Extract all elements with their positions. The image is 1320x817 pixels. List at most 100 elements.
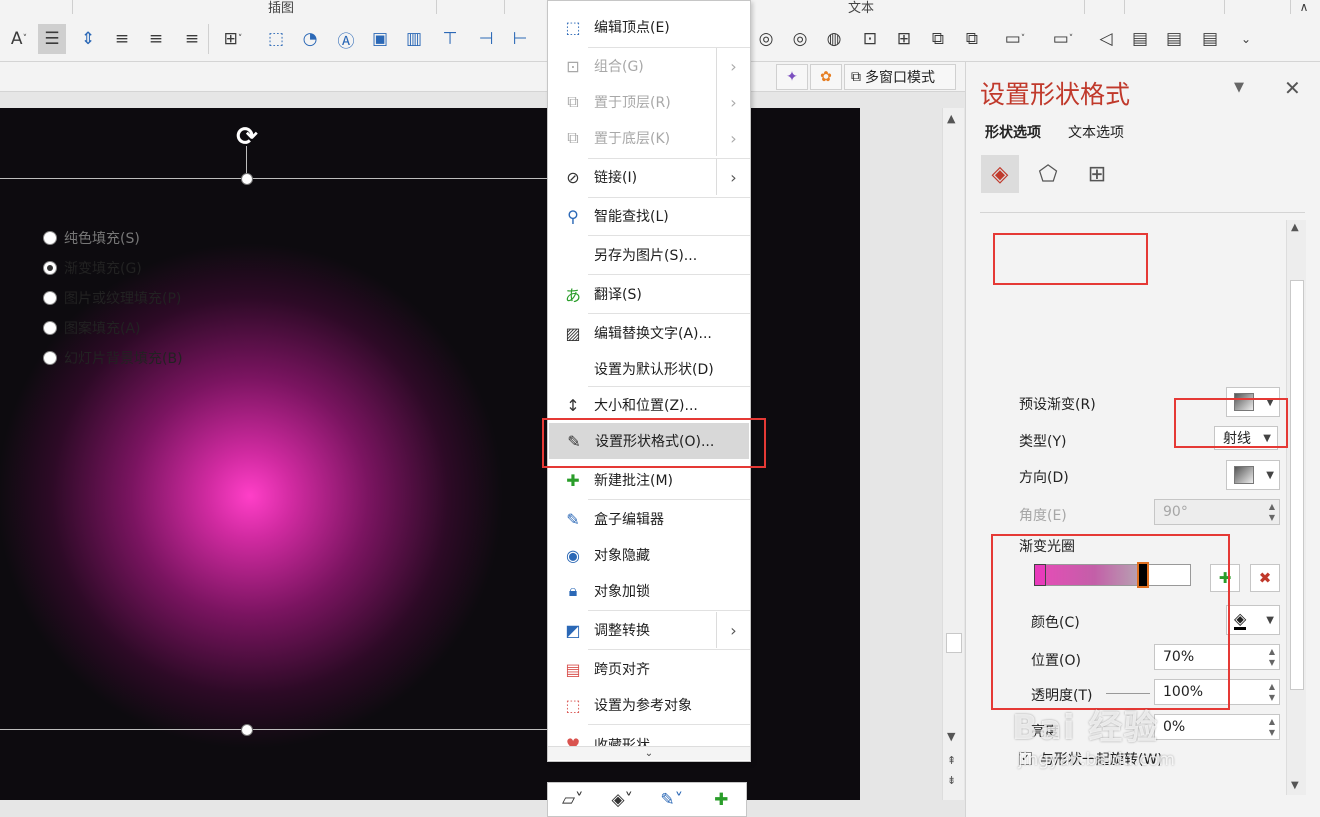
align-right-tool[interactable]: ⊣ — [472, 24, 500, 54]
radio-pattern-fill[interactable]: 图案填充(A) — [43, 318, 141, 338]
spinner-arrows-icon: ▲ ▼ — [1268, 682, 1275, 702]
menu-item-save-as-picture[interactable]: 另存为图片(S)... — [548, 237, 750, 273]
scroll-up-icon[interactable]: ▲ — [947, 112, 955, 125]
font-color-button[interactable]: A ˅ — [4, 24, 34, 54]
size-properties-icon[interactable]: ⊞ — [1078, 155, 1116, 193]
table-border-button[interactable]: ⊞ ˅ — [214, 24, 252, 54]
pane-scrollbar[interactable]: ▲ ▼ — [1286, 220, 1306, 795]
menu-item-favorite-shape[interactable]: ♥ 收藏形状 — [548, 725, 750, 748]
convert-icon: ◩ — [565, 620, 581, 640]
radio-gradient-fill[interactable]: 渐变填充(G) — [43, 258, 142, 278]
menu-item-edit-alt-text[interactable]: ▨ 编辑替换文字(A)... — [548, 315, 750, 351]
align-justify-button[interactable]: ☰ — [38, 24, 66, 54]
remove-stop-button[interactable]: ✖ — [1250, 564, 1280, 592]
combine-button[interactable]: ◍ — [820, 24, 848, 54]
send-backward-icon: ⧉ — [965, 29, 979, 49]
canvas-scroll-thumb[interactable] — [946, 633, 962, 653]
scroll-up-icon[interactable]: ▲ — [1291, 222, 1299, 233]
size-dropdown[interactable]: ▭ ˅ — [1044, 24, 1082, 54]
menu-item-set-reference[interactable]: ⬚ 设置为参考对象 — [548, 687, 750, 723]
page-layout-button[interactable]: ▤ — [1196, 24, 1224, 54]
merge-shapes-button[interactable]: ◎ — [752, 24, 780, 54]
brightness-spinner[interactable]: 0% ▲ ▼ — [1154, 714, 1280, 740]
menu-item-group[interactable]: ⊡ 组合(G) › — [548, 48, 750, 84]
menu-item-cross-page-align[interactable]: ▤ 跨页对齐 — [548, 651, 750, 687]
menu-item-lock-object[interactable]: 🔒︎ 对象加锁 — [548, 573, 750, 609]
scroll-down-icon[interactable]: ▼ — [1291, 780, 1299, 791]
arrange-dropdown[interactable]: ▭ ˅ — [996, 24, 1034, 54]
edit-points-tool[interactable]: ⬚ — [262, 24, 290, 54]
scroll-down-icon[interactable]: ▼ — [947, 730, 955, 743]
radio-dot — [43, 231, 57, 245]
align-left-tool[interactable]: ⊢ — [506, 24, 534, 54]
preset-gradient-label: 预设渐变(R) — [1019, 397, 1096, 413]
tab-shape-options[interactable]: 形状选项 — [985, 122, 1041, 142]
outline-icon[interactable]: ✎˅ — [647, 790, 697, 810]
fill-icon[interactable]: ◈˅ — [598, 790, 648, 810]
radio-slide-bg-fill[interactable]: 幻灯片背景填充(B) — [43, 348, 183, 368]
menu-item-convert[interactable]: ◩ 调整转换 › — [548, 612, 750, 648]
angle-value: 90° — [1163, 504, 1188, 520]
settings-button[interactable]: ✿ — [810, 64, 842, 90]
align-left-button[interactable]: ≡ — [142, 24, 170, 54]
edit-points-icon: ⬚ — [565, 17, 581, 37]
stop-color-dropdown[interactable]: ◈ ▼ — [1226, 605, 1280, 635]
menu-item-send-to-back[interactable]: ⧉ 置于底层(K) › — [548, 120, 750, 156]
intersect-button[interactable]: ◎ — [786, 24, 814, 54]
selection-bottom-edge — [0, 729, 548, 730]
menu-item-bring-to-front[interactable]: ⧉ 置于顶层(R) › — [548, 84, 750, 120]
text-frame-tool[interactable]: ▣ — [366, 24, 394, 54]
menu-item-hide-object[interactable]: ◉ 对象隐藏 — [548, 537, 750, 573]
shape-tool[interactable]: ◔ — [296, 24, 324, 54]
send-to-back-icon: ⧉ — [567, 128, 579, 147]
pane-scroll-thumb[interactable] — [1290, 280, 1304, 690]
chart-tool[interactable]: ▥ — [400, 24, 428, 54]
align-center-icon: ≡ — [114, 29, 130, 49]
tab-text-options[interactable]: 文本选项 — [1068, 122, 1124, 142]
menu-item-translate[interactable]: あ翻译(S) — [548, 276, 750, 312]
angle-spinner[interactable]: 90° ▲ ▼ — [1154, 499, 1280, 525]
chevron-right-icon: › — [716, 120, 750, 156]
textbox-tool[interactable]: Ⓐ — [332, 24, 360, 54]
magic-button[interactable]: ✦ — [776, 64, 808, 90]
ribbon-collapse-button[interactable]: ∧ — [1290, 0, 1318, 14]
fill-line-icon[interactable]: ◈ — [981, 155, 1019, 193]
canvas-scrollbar[interactable]: ▲ ▼ ⇞ ⇟ — [942, 108, 964, 800]
shape-style-icon[interactable]: ▱˅ — [548, 790, 598, 810]
radio-picture-fill[interactable]: 图片或纹理填充(P) — [43, 288, 181, 308]
ungroup-button[interactable]: ⊞ — [890, 24, 918, 54]
new-comment-icon[interactable]: ✚ — [697, 790, 747, 810]
align-top-tool[interactable]: ⊤ — [436, 24, 464, 54]
menu-item-smart-lookup[interactable]: ⚲ 智能查找(L) — [548, 198, 750, 234]
rotate-handle-icon[interactable]: ⟳ — [232, 122, 262, 152]
menu-item-link[interactable]: ⊘ 链接(I) › — [548, 159, 750, 195]
menu-more-button[interactable]: ⌄ — [548, 746, 750, 760]
rotate-button[interactable]: ◁ — [1092, 24, 1120, 54]
selection-top-edge — [0, 178, 548, 179]
effects-icon[interactable]: ⬠ — [1029, 155, 1067, 193]
distribute-lines-button[interactable]: ⇕ — [74, 24, 102, 54]
menu-item-box-editor[interactable]: ✎ 盒子编辑器 — [548, 501, 750, 537]
ribbon-more-button[interactable]: ⌄ — [1232, 24, 1260, 54]
radio-dot — [43, 321, 57, 335]
resize-handle-bottom[interactable] — [241, 724, 253, 736]
group-button[interactable]: ⊡ — [856, 24, 884, 54]
align-center-button[interactable]: ≡ — [108, 24, 136, 54]
footer-button[interactable]: ▤ — [1160, 24, 1188, 54]
bring-forward-button[interactable]: ⧉ — [924, 24, 952, 54]
radio-solid-fill[interactable]: 纯色填充(S) — [43, 228, 140, 248]
align-left-icon: ≡ — [148, 29, 164, 49]
menu-item-set-default-shape[interactable]: 设置为默认形状(D) — [548, 351, 750, 387]
send-backward-button[interactable]: ⧉ — [958, 24, 986, 54]
direction-dropdown[interactable]: ▼ — [1226, 460, 1280, 490]
close-icon[interactable]: ✕ — [1284, 76, 1301, 100]
prev-page-icon[interactable]: ⇞ — [947, 754, 956, 767]
header-button[interactable]: ▤ — [1126, 24, 1154, 54]
next-page-icon[interactable]: ⇟ — [947, 774, 956, 787]
align-right-button[interactable]: ≡ — [178, 24, 206, 54]
multi-window-button[interactable]: ⧉ 多窗口模式 — [844, 64, 956, 90]
resize-handle-top[interactable] — [241, 173, 253, 185]
chevron-right-icon: › — [716, 159, 750, 195]
pane-options-icon[interactable]: ▼ — [1234, 80, 1244, 95]
menu-item-edit-points[interactable]: ⬚ 编辑顶点(E) — [548, 9, 750, 45]
